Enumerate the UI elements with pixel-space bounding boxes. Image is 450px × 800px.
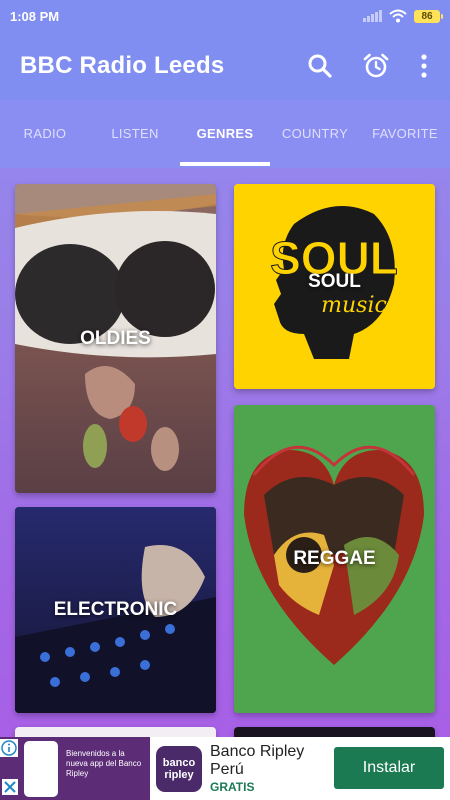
ad-thumb-text: Bienvenidos a la nueva app del Banco Rip… [66,749,142,778]
genre-card-soul[interactable]: SOUL music SOUL [234,184,435,389]
tab-bar: RADIO LISTEN GENRES COUNTRY FAVORITE [0,100,450,168]
alarm-clock-icon[interactable] [362,52,390,80]
tab-favorite[interactable]: FAVORITE [360,100,450,168]
info-icon[interactable] [0,739,18,757]
genre-label-electronic: ELECTRONIC [53,599,178,620]
search-icon[interactable] [306,52,334,80]
ad-price-label: GRATIS [210,780,255,794]
genre-label-oldies: OLDIES [80,327,151,349]
genre-card-reggae[interactable]: REGGAE [234,405,435,713]
ad-logo-line1: banco [162,756,196,769]
soul-art-script-text: music [321,293,387,318]
ad-logo-line2: ripley [164,768,194,781]
more-vert-icon[interactable] [418,52,430,80]
ad-thumbnail[interactable]: Bienvenidos a la nueva app del Banco Rip… [0,737,150,800]
battery-icon: 86 [414,9,443,23]
wifi-icon [389,9,407,23]
close-icon[interactable] [2,779,18,795]
ad-advertiser-name: Banco Ripley Perú [210,743,305,778]
app-bar: BBC Radio Leeds [0,32,450,100]
tab-country[interactable]: COUNTRY [270,100,360,168]
genre-card-electronic[interactable]: ELECTRONIC [15,507,216,713]
tab-listen[interactable]: LISTEN [90,100,180,168]
install-button[interactable]: Instalar [334,747,444,789]
genre-card-oldies[interactable]: OLDIES [15,184,216,493]
tab-radio[interactable]: RADIO [0,100,90,168]
app-title: BBC Radio Leeds [20,52,225,79]
tab-genres[interactable]: GENRES [180,100,270,168]
status-bar: 1:08 PM 86 [0,0,450,32]
status-time: 1:08 PM [10,8,60,24]
ad-phone-image [24,741,58,797]
ad-logo: banco ripley [156,745,202,792]
genre-label-reggae: REGGAE [293,548,376,569]
ad-banner[interactable]: Bienvenidos a la nueva app del Banco Rip… [0,737,450,800]
genre-label-soul: SOUL [308,270,361,292]
signal-icon [363,10,382,22]
